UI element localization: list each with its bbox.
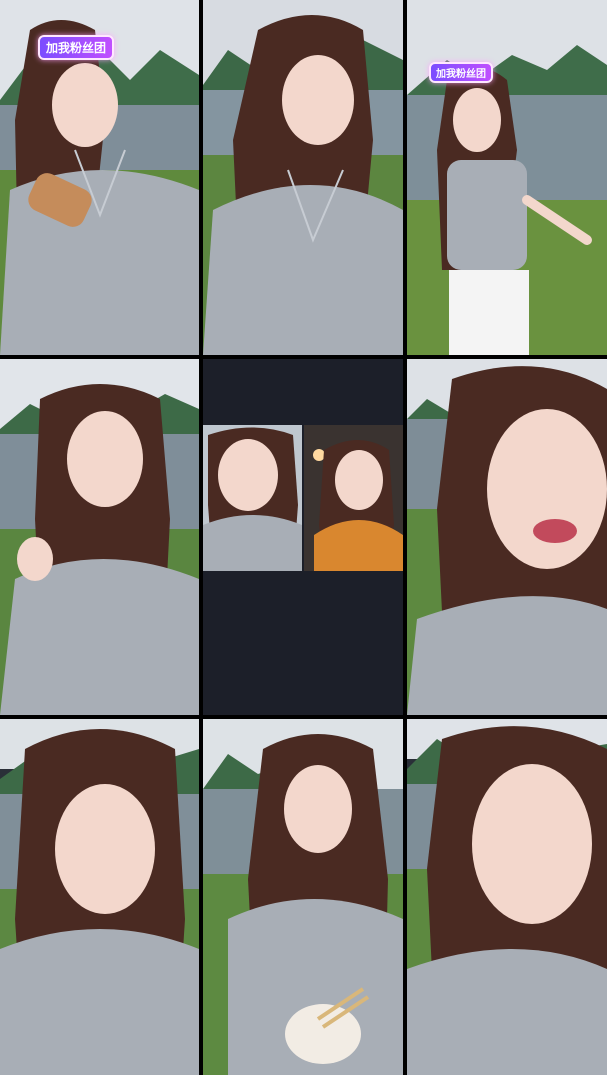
stream-tile-3[interactable]: 加我粉丝团 bbox=[407, 0, 607, 355]
stream-tile-5[interactable] bbox=[203, 359, 403, 715]
stream-image bbox=[203, 425, 302, 571]
stream-image bbox=[0, 359, 199, 715]
fan-club-badge[interactable]: 加我粉丝团 bbox=[38, 35, 115, 60]
caller-video-left[interactable] bbox=[203, 425, 302, 571]
stream-tile-1[interactable]: 加我粉丝团 bbox=[0, 0, 199, 355]
stream-tile-6[interactable] bbox=[407, 359, 607, 715]
fan-club-badge[interactable]: 加我粉丝团 bbox=[429, 62, 493, 83]
caller-video-right[interactable] bbox=[304, 425, 403, 571]
video-grid: 加我粉丝团 加我粉丝团 bbox=[0, 0, 607, 1075]
stream-tile-4[interactable] bbox=[0, 359, 199, 715]
screen: 加我粉丝团 加我粉丝团 bbox=[0, 0, 607, 1075]
stream-tile-9[interactable] bbox=[407, 719, 607, 1075]
stream-image bbox=[203, 719, 403, 1075]
video-call-panel bbox=[203, 425, 403, 571]
stream-image bbox=[0, 719, 199, 1075]
stream-tile-7[interactable] bbox=[0, 719, 199, 1075]
stream-tile-2[interactable] bbox=[203, 0, 403, 355]
stream-image bbox=[304, 425, 403, 571]
stream-image bbox=[407, 359, 607, 715]
stream-tile-8[interactable] bbox=[203, 719, 403, 1075]
stream-image bbox=[203, 0, 403, 355]
stream-image bbox=[407, 719, 607, 1075]
stream-image bbox=[407, 0, 607, 355]
